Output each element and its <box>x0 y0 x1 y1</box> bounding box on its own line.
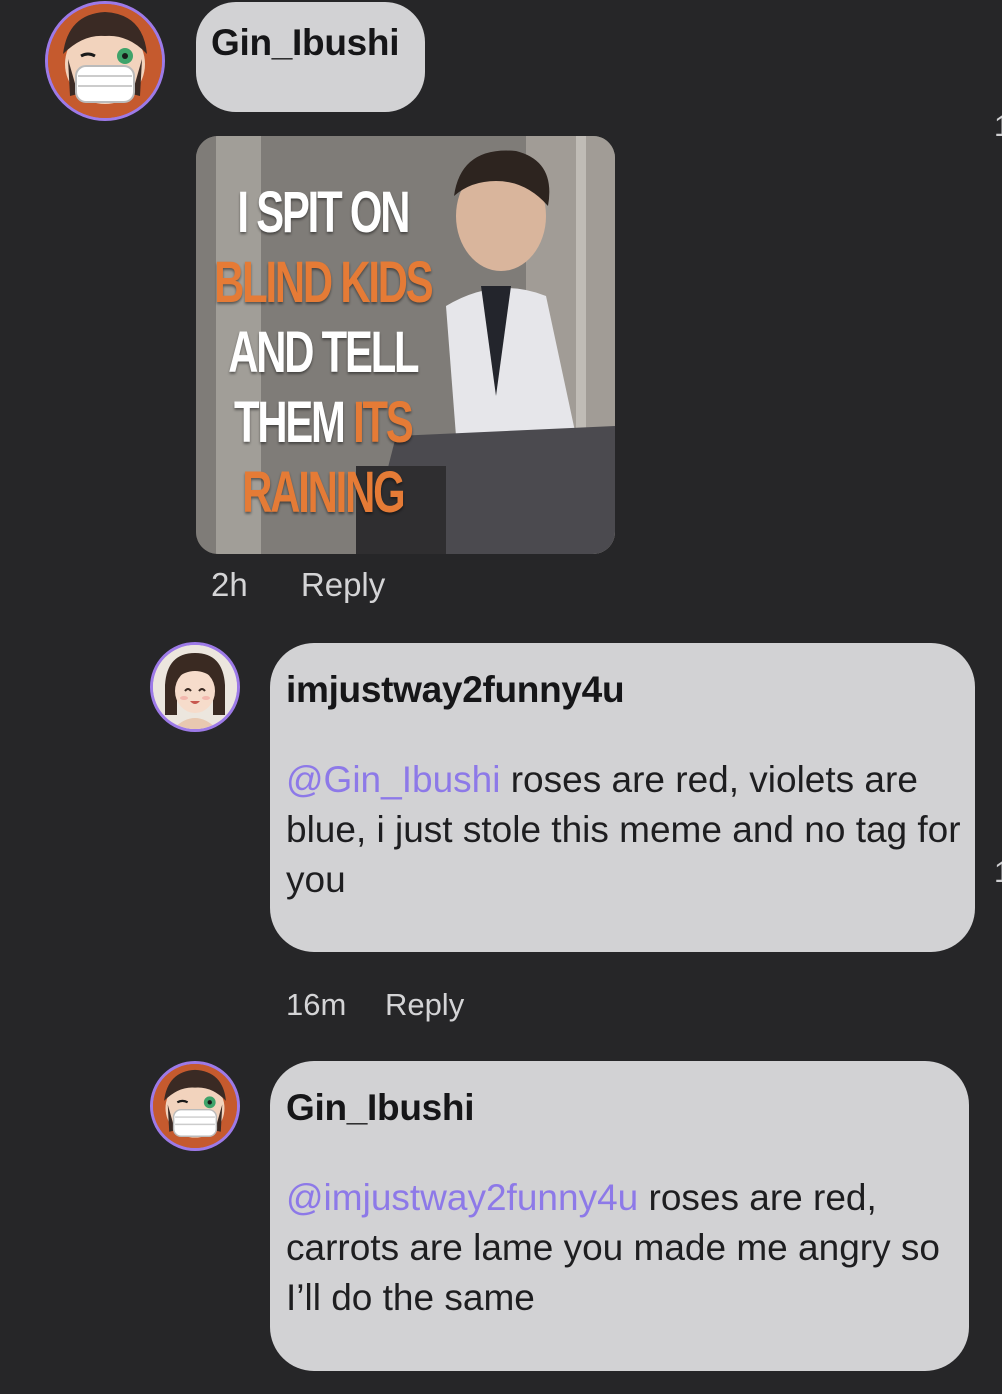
meme-line-4: THEM ITS <box>233 390 414 455</box>
reply-button-2[interactable]: Reply <box>385 987 464 1023</box>
masked-anime-avatar-icon <box>48 4 162 118</box>
comment-text-2: @Gin_Ibushi roses are red, violets are b… <box>286 755 966 905</box>
mention-link-3[interactable]: @imjustway2funny4u <box>286 1177 638 1218</box>
avatar-gin-ibushi[interactable] <box>45 1 165 121</box>
comment-author-3[interactable]: Gin_Ibushi <box>286 1087 474 1129</box>
comment-author-1[interactable]: Gin_Ibushi <box>211 22 399 64</box>
comment-meta-2: 16m Reply <box>286 987 464 1023</box>
mention-link-2[interactable]: @Gin_Ibushi <box>286 759 500 800</box>
meme-line-5: RAINING <box>242 460 405 525</box>
avatar-imjustway2funny4u[interactable] <box>150 642 240 732</box>
smiling-anime-girl-avatar-icon <box>153 645 237 729</box>
comment-author-2[interactable]: imjustway2funny4u <box>286 669 625 711</box>
meme-image[interactable]: I SPIT ON BLIND KIDS AND TELL THEM ITS R… <box>196 136 615 554</box>
comment-time-2: 16m <box>286 987 347 1022</box>
meme-line-2: BLIND KIDS <box>214 250 434 315</box>
comment-bubble-1[interactable]: Gin_Ibushi <box>196 2 425 112</box>
edge-mark-2: 1 <box>994 856 1002 890</box>
comment-bubble-2[interactable]: imjustway2funny4u @Gin_Ibushi roses are … <box>270 643 975 952</box>
edge-mark-1: 1 <box>994 110 1002 144</box>
avatar-gin-ibushi-2[interactable] <box>150 1061 240 1151</box>
comment-text-3: @imjustway2funny4u roses are red, carrot… <box>286 1173 956 1323</box>
masked-anime-avatar-icon <box>153 1064 237 1148</box>
comment-meta-1: 2h Reply <box>211 566 385 604</box>
reply-button-1[interactable]: Reply <box>301 566 385 604</box>
comment-bubble-3[interactable]: Gin_Ibushi @imjustway2funny4u roses are … <box>270 1061 969 1371</box>
meme-line-3: AND TELL <box>228 320 419 385</box>
comment-time-1: 2h <box>211 566 248 603</box>
meme-caption: I SPIT ON BLIND KIDS AND TELL THEM ITS R… <box>204 178 442 528</box>
meme-line-1: I SPIT ON <box>237 180 410 245</box>
